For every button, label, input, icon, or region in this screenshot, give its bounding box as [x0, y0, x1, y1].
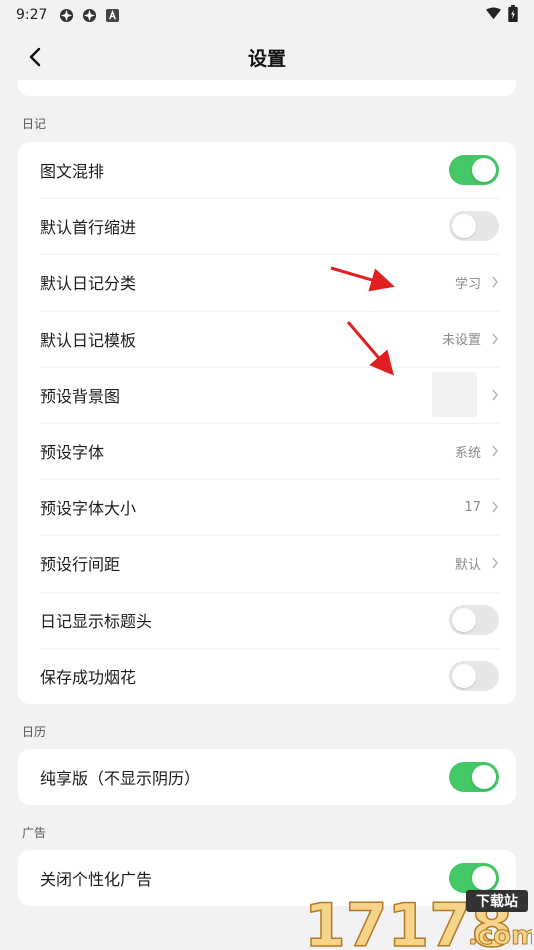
- section-label-diary: 日记: [22, 117, 47, 131]
- chevron-right-icon: [491, 557, 499, 569]
- svg-text:.com: .com: [468, 921, 532, 950]
- section-label-calendar: 日历: [22, 725, 47, 739]
- setting-row-font-size[interactable]: 预设字体大小 17: [18, 479, 516, 535]
- font-value: 系统: [454, 445, 481, 461]
- chevron-right-icon: [491, 445, 499, 457]
- status-bar: 9:27: [0, 0, 534, 30]
- chevron-right-icon: [491, 501, 499, 513]
- status-indicators: [485, 4, 518, 26]
- calendar-settings-card: 纯享版（不显示阴历）: [18, 749, 516, 806]
- pure-mode-toggle[interactable]: [449, 762, 499, 793]
- setting-row-pure-mode[interactable]: 纯享版（不显示阴历）: [18, 749, 516, 805]
- wifi-icon: [485, 6, 502, 24]
- setting-label: 保存成功烟花: [40, 667, 137, 687]
- header: 设置: [0, 30, 534, 84]
- chevron-right-icon: [491, 389, 499, 401]
- setting-row-show-title-header[interactable]: 日记显示标题头: [18, 591, 516, 648]
- notification-app-icon: [59, 8, 74, 23]
- notification-a-icon: [105, 8, 120, 23]
- setting-label: 预设背景图: [40, 386, 121, 406]
- image-text-layout-toggle[interactable]: [449, 155, 499, 186]
- toggle-knob: [452, 663, 476, 688]
- back-button[interactable]: [18, 40, 52, 74]
- font-size-value: 17: [464, 499, 481, 515]
- setting-label: 默认日记分类: [40, 274, 137, 294]
- notification-app-icon: [82, 8, 97, 23]
- setting-label: 预设行间距: [40, 555, 121, 575]
- toggle-knob: [472, 765, 496, 790]
- site-watermark-logo: 17178 下载站 .com: [303, 890, 532, 950]
- setting-label: 预设字体: [40, 443, 105, 463]
- setting-label: 默认首行缩进: [40, 218, 137, 238]
- toggle-knob: [472, 158, 496, 183]
- default-template-value: 未设置: [441, 333, 481, 349]
- setting-row-background-image[interactable]: 预设背景图: [18, 366, 516, 423]
- save-fireworks-toggle[interactable]: [449, 660, 499, 691]
- page-title: 设置: [247, 47, 286, 70]
- background-image-thumbnail: [432, 372, 477, 418]
- setting-row-line-spacing[interactable]: 预设行间距 默认: [18, 535, 516, 591]
- chevron-left-icon: [29, 47, 41, 67]
- toggle-knob: [472, 866, 496, 891]
- status-time: 9:27: [16, 7, 48, 23]
- setting-label: 图文混排: [40, 162, 105, 182]
- setting-row-image-text-layout[interactable]: 图文混排: [18, 142, 516, 198]
- chevron-right-icon: [491, 276, 499, 288]
- section-label-ads: 广告: [22, 826, 47, 840]
- first-line-indent-toggle[interactable]: [449, 211, 499, 242]
- previous-settings-card: [18, 80, 516, 96]
- show-title-header-toggle[interactable]: [449, 604, 499, 635]
- setting-label: 预设字体大小: [40, 499, 137, 519]
- setting-row-default-template[interactable]: 默认日记模板 未设置: [18, 310, 516, 367]
- toggle-knob: [452, 214, 476, 239]
- setting-row-default-category[interactable]: 默认日记分类 学习: [18, 254, 516, 310]
- diary-settings-card: 图文混排 默认首行缩进 默认日记分类 学习 默认日记模板 未设置 预设背景图 预…: [18, 142, 516, 704]
- setting-row-save-fireworks[interactable]: 保存成功烟花: [18, 647, 516, 704]
- line-spacing-value: 默认: [454, 557, 481, 573]
- default-category-value: 学习: [454, 276, 481, 292]
- battery-icon: [508, 4, 518, 26]
- setting-label: 日记显示标题头: [40, 611, 153, 631]
- toggle-knob: [452, 607, 476, 632]
- setting-row-first-line-indent[interactable]: 默认首行缩进: [18, 198, 516, 254]
- chevron-right-icon: [491, 333, 499, 345]
- setting-label: 默认日记模板: [40, 330, 137, 350]
- setting-label: 纯享版（不显示阴历）: [40, 769, 201, 789]
- setting-row-font[interactable]: 预设字体 系统: [18, 422, 516, 479]
- svg-text:下载站: 下载站: [476, 893, 518, 910]
- setting-label: 关闭个性化广告: [40, 870, 153, 890]
